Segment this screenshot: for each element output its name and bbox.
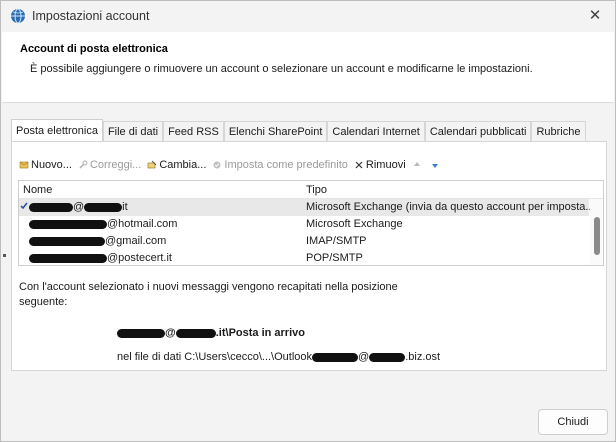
- redaction-bar: [117, 328, 165, 338]
- change-settings-icon: [148, 160, 157, 169]
- tab-data-files[interactable]: File di dati: [102, 121, 164, 141]
- change-button[interactable]: Cambia...: [147, 159, 206, 171]
- redaction-bar: [312, 352, 359, 362]
- wrench-icon: [79, 160, 88, 169]
- arrow-down-icon: [431, 164, 438, 168]
- account-name: @gmail.com: [29, 235, 166, 247]
- new-button-label: Nuovo...: [31, 159, 72, 171]
- account-name: @ it: [29, 201, 128, 213]
- data-file-path: nel file di dati C:\Users\cecco\...\Outl…: [117, 351, 440, 363]
- account-row[interactable]: @postecert.it POP/SMTP: [19, 250, 589, 265]
- arrow-up-icon: [413, 162, 420, 166]
- destination-suffix: .it\Posta in arrivo: [215, 327, 305, 339]
- repair-button-label: Correggi...: [89, 159, 142, 171]
- delivery-destination: @ .it\Posta in arrivo: [117, 327, 305, 339]
- file-path-prefix: nel file di dati C:\Users\cecco\...\Outl…: [117, 351, 313, 363]
- account-type: Microsoft Exchange (invia da questo acco…: [306, 201, 595, 213]
- tab-address-books[interactable]: Rubriche: [531, 121, 586, 141]
- move-down-button[interactable]: [430, 160, 442, 170]
- account-name: @postecert.it: [29, 252, 172, 264]
- header-subtitle: È possibile aggiungere o rimuovere un ac…: [30, 63, 533, 75]
- close-icon[interactable]: ✕: [585, 6, 605, 26]
- account-name-suffix: @postecert.it: [107, 252, 172, 264]
- account-name-suffix: @hotmail.com: [107, 218, 178, 230]
- close-button[interactable]: Chiudi: [538, 409, 608, 435]
- move-up-button[interactable]: [412, 160, 424, 170]
- file-path-at: @: [358, 351, 370, 363]
- tab-email[interactable]: Posta elettronica: [11, 119, 103, 141]
- tab-strip: Posta elettronica File di dati Feed RSS …: [11, 119, 586, 141]
- email-tab-panel: Nuovo... Correggi... Cambia... Imposta c…: [11, 141, 607, 371]
- redaction-bar: [84, 202, 123, 212]
- window-title: Impostazioni account: [32, 9, 150, 23]
- new-account-icon: [19, 161, 29, 169]
- account-list: Nome Tipo @ it Microsoft Exchange (invia…: [18, 180, 604, 266]
- account-type: Microsoft Exchange: [306, 218, 403, 230]
- account-name: @hotmail.com: [29, 218, 177, 230]
- toolbar: Nuovo... Correggi... Cambia... Imposta c…: [19, 157, 448, 173]
- repair-button[interactable]: Correggi...: [78, 159, 141, 171]
- file-path-suffix: .biz.ost: [405, 351, 441, 363]
- account-row[interactable]: @gmail.com IMAP/SMTP: [19, 233, 589, 250]
- header-divider: [2, 102, 614, 103]
- list-scroll-thumb[interactable]: [594, 217, 600, 255]
- account-type: IMAP/SMTP: [306, 235, 367, 247]
- account-row[interactable]: @hotmail.com Microsoft Exchange: [19, 216, 589, 233]
- tab-sharepoint-lists[interactable]: Elenchi SharePoint: [223, 121, 328, 141]
- redaction-bar: [369, 352, 406, 362]
- list-header: Nome Tipo: [19, 181, 603, 199]
- set-default-button[interactable]: Imposta come predefinito: [212, 159, 348, 171]
- header-title: Account di posta elettronica: [20, 43, 168, 55]
- remove-button[interactable]: Rimuovi: [354, 159, 406, 171]
- default-account-check-icon: [20, 202, 28, 210]
- account-name-suffix: @gmail.com: [105, 235, 167, 247]
- remove-x-icon: [355, 161, 363, 169]
- tab-internet-calendars[interactable]: Calendari Internet: [327, 121, 425, 141]
- delivery-info-text: Con l'account selezionato i nuovi messag…: [19, 281, 398, 308]
- account-name-suffix: it: [122, 201, 128, 213]
- redaction-bar: [29, 253, 107, 263]
- checkmark-circle-icon: [213, 161, 221, 169]
- set-default-button-label: Imposta come predefinito: [224, 159, 348, 171]
- remove-button-label: Rimuovi: [365, 159, 406, 171]
- resize-grip: [3, 254, 6, 257]
- redaction-bar: [29, 219, 107, 229]
- account-row[interactable]: @ it Microsoft Exchange (invia da questo…: [19, 199, 595, 216]
- new-button[interactable]: Nuovo...: [19, 159, 72, 171]
- tab-published-calendars[interactable]: Calendari pubblicati: [424, 121, 532, 141]
- redaction-bar: [29, 236, 105, 246]
- destination-at: @: [165, 327, 176, 339]
- title-bar: Impostazioni account ✕: [1, 1, 615, 32]
- redaction-bar: [29, 202, 73, 212]
- account-settings-window: Impostazioni account ✕ Account di posta …: [0, 0, 616, 442]
- tab-rss-feeds[interactable]: Feed RSS: [163, 121, 224, 141]
- change-button-label: Cambia...: [159, 159, 207, 171]
- outlook-globe-icon: [11, 8, 25, 24]
- redaction-bar: [175, 328, 216, 338]
- column-header-type[interactable]: Tipo: [306, 184, 327, 196]
- column-header-name[interactable]: Nome: [23, 184, 52, 196]
- account-type: POP/SMTP: [306, 252, 363, 264]
- account-name-at: @: [73, 201, 85, 213]
- header-panel: Account di posta elettronica È possibile…: [2, 32, 614, 102]
